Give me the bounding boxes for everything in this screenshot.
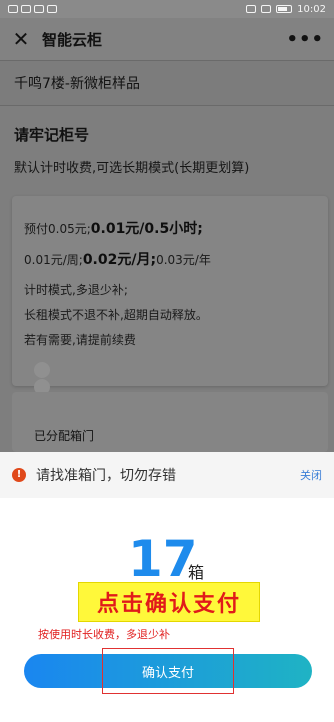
close-icon[interactable]: ✕ — [10, 29, 32, 49]
signal-icon — [21, 5, 31, 13]
prepay-text: 预付0.05元; — [24, 222, 91, 236]
yearly-rate: 0.03元/年 — [156, 253, 211, 267]
pricing-line-hourly: 预付0.05元;0.01元/0.5小时; — [24, 218, 203, 238]
camera-icon — [47, 5, 57, 13]
mode-toggle-knob[interactable] — [34, 362, 50, 378]
weekly-rate: 0.01元/周; — [24, 253, 83, 267]
pricing-note-timed: 计时模式,多退少补; — [24, 283, 128, 297]
box-unit: 箱 — [188, 563, 205, 582]
status-icons-left — [8, 5, 57, 13]
more-options-icon[interactable]: ••• — [286, 29, 324, 50]
monthly-rate: 0.02元/月; — [82, 252, 157, 268]
section-title: 请牢记柜号 — [14, 126, 90, 144]
notice-bar: ! 请找准箱门，切勿存错 关闭 — [0, 452, 334, 498]
location-label: 千鸣7楼-新微柜样品 — [14, 76, 140, 92]
bluetooth-icon — [261, 5, 272, 13]
status-time: 10:02 — [297, 3, 326, 15]
notice-close-link[interactable]: 关闭 — [300, 467, 322, 483]
assigned-door-label: 已分配箱门 — [34, 429, 95, 443]
notice-text: 请找准箱门，切勿存错 — [36, 468, 176, 484]
nav-bar: ✕ 智能云柜 ••• — [0, 18, 334, 60]
status-icons-right: 10:02 — [246, 4, 326, 15]
pricing-line-periods: 0.01元/周;0.02元/月;0.03元/年 — [24, 249, 211, 269]
status-bar: 10:02 — [0, 0, 334, 18]
warning-icon: ! — [12, 468, 26, 482]
page-title: 智能云柜 — [42, 30, 103, 49]
billing-hint: 按使用时长收费，多退少补 — [38, 628, 170, 641]
pricing-note-renew: 若有需要,请提前续费 — [24, 333, 136, 347]
alarm-icon — [246, 5, 257, 13]
sim-icon — [8, 5, 18, 13]
confirm-pay-button[interactable]: 确认支付 — [24, 654, 312, 688]
battery-icon — [276, 5, 293, 13]
callout-annotation: 点击确认支付 — [78, 582, 260, 622]
wifi-icon — [34, 5, 44, 13]
confirm-pay-label: 确认支付 — [141, 665, 194, 681]
pricing-note-longterm: 长租模式不退不补,超期自动释放。 — [24, 308, 208, 322]
location-row: 千鸣7楼-新微柜样品 — [0, 60, 334, 106]
hourly-rate: 0.01元/0.5小时; — [90, 221, 203, 237]
section-description: 默认计时收费,可选长期模式(长期更划算) — [14, 161, 250, 176]
